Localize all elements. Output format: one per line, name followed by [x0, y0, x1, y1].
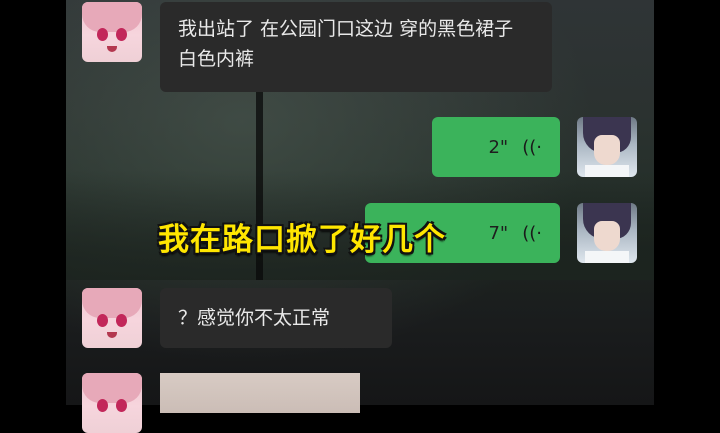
- anime-girl-avatar[interactable]: [82, 288, 142, 348]
- voice-duration: 7": [488, 222, 509, 244]
- anime-boy-avatar[interactable]: [577, 117, 637, 177]
- voice-wave-icon: ((·: [522, 136, 542, 158]
- anime-girl-avatar[interactable]: [82, 2, 142, 62]
- right-letterbox: [654, 0, 720, 405]
- voice-duration: 2": [488, 136, 509, 158]
- incoming-message-bubble[interactable]: 我出站了 在公园门口这边 穿的黑色裙子 白色内裤: [160, 2, 552, 92]
- incoming-message-bubble[interactable]: ？感觉你不太正常: [160, 288, 392, 348]
- left-letterbox: [0, 0, 66, 405]
- image-message[interactable]: [160, 373, 360, 413]
- anime-boy-avatar[interactable]: [577, 203, 637, 263]
- voice-message-bubble[interactable]: 2" ((·: [432, 117, 560, 177]
- message-text: ？感觉你不太正常: [178, 307, 331, 329]
- message-text: 我出站了 在公园门口这边 穿的黑色裙子 白色内裤: [178, 18, 514, 70]
- voice-wave-icon: ((·: [522, 222, 542, 244]
- video-subtitle: 我在路口掀了好几个: [158, 222, 446, 258]
- anime-girl-avatar[interactable]: [82, 373, 142, 433]
